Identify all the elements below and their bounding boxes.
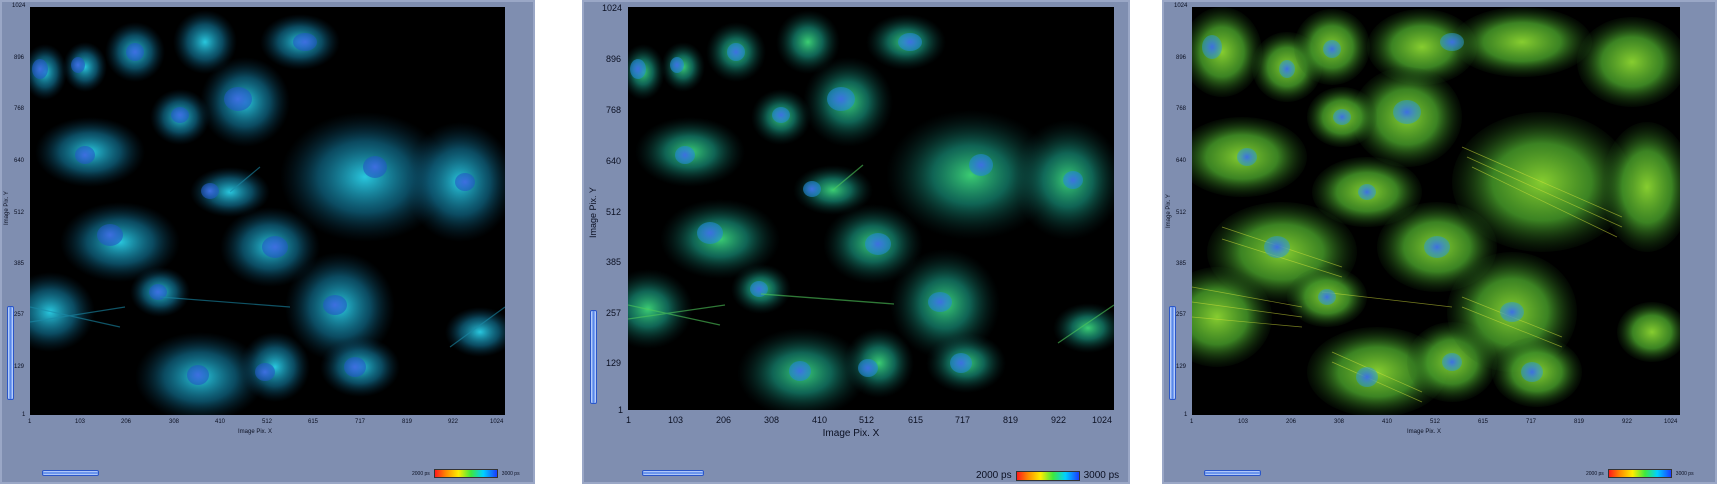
y-tick-label: 1 xyxy=(1184,412,1188,418)
y-tick-label: 129 xyxy=(606,358,622,368)
x-tick-label: 717 xyxy=(1526,419,1537,425)
x-tick-label: 819 xyxy=(1574,419,1585,425)
y-tick-label: 129 xyxy=(14,364,25,370)
x-tick-label: 922 xyxy=(1051,415,1067,425)
x-tick-label: 512 xyxy=(859,415,875,425)
colorbar-min-label: 2000 ps xyxy=(1586,470,1604,477)
vertical-zoom-slider[interactable] xyxy=(1169,306,1176,400)
y-tick-label: 1024 xyxy=(602,3,623,13)
image-panel-left: Image Pix. Y 1024 896 768 640 512 385 25… xyxy=(0,0,535,484)
y-tick-label: 385 xyxy=(14,261,25,267)
image-panel-right: Image Pix. Y 1024 896 768 640 512 385 25… xyxy=(1162,0,1717,484)
x-tick-label: 819 xyxy=(1003,415,1019,425)
x-tick-label: 410 xyxy=(1382,419,1393,425)
colorbar-max-label: 3000 ps xyxy=(501,470,520,477)
vertical-zoom-slider[interactable] xyxy=(7,306,14,400)
colorbar-min-label: 2000 ps xyxy=(412,470,430,477)
cell-image-middle xyxy=(628,7,1114,410)
y-tick-label: 1 xyxy=(22,412,26,418)
x-tick-label: 103 xyxy=(668,415,684,425)
y-axis-label: Image Pix. Y xyxy=(1166,194,1172,228)
colorbar-max-label: 3000 ps xyxy=(1675,470,1694,477)
lifetime-colorbar: 2000 ps 3000 ps xyxy=(1586,469,1694,478)
cell-image-right xyxy=(1192,7,1680,415)
y-tick-label: 896 xyxy=(606,54,622,64)
colorbar-gradient xyxy=(1015,470,1080,481)
x-tick-label: 922 xyxy=(448,419,459,425)
y-tick-label: 640 xyxy=(1176,158,1187,164)
x-tick-label: 1 xyxy=(28,419,32,425)
x-axis-label: Image Pix. X xyxy=(237,429,273,435)
x-tick-label: 410 xyxy=(215,419,226,425)
x-tick-label: 308 xyxy=(169,419,180,425)
x-tick-label: 1024 xyxy=(1664,419,1678,425)
x-tick-label: 512 xyxy=(1430,419,1441,425)
vertical-zoom-slider[interactable] xyxy=(590,310,597,404)
y-tick-label: 129 xyxy=(1176,364,1187,370)
y-axis-label: Image Pix. Y xyxy=(588,187,598,238)
x-tick-label: 410 xyxy=(812,415,828,425)
x-tick-label: 717 xyxy=(955,415,971,425)
x-tick-label: 615 xyxy=(308,419,319,425)
y-tick-label: 512 xyxy=(1176,210,1187,216)
x-tick-label: 1024 xyxy=(1092,415,1113,425)
x-tick-label: 1024 xyxy=(490,419,504,425)
x-tick-label: 819 xyxy=(402,419,413,425)
x-tick-label: 103 xyxy=(75,419,86,425)
horizontal-zoom-slider[interactable] xyxy=(42,470,99,476)
x-axis-label: Image Pix. X xyxy=(822,428,880,439)
x-tick-label: 512 xyxy=(262,419,273,425)
x-tick-label: 308 xyxy=(764,415,780,425)
y-tick-label: 1024 xyxy=(1174,3,1188,9)
horizontal-zoom-slider[interactable] xyxy=(1204,470,1261,476)
x-tick-label: 615 xyxy=(1478,419,1489,425)
y-tick-label: 1 xyxy=(618,405,624,415)
y-tick-label: 257 xyxy=(1176,312,1187,318)
colorbar-gradient xyxy=(433,469,498,478)
y-axis-label: Image Pix. Y xyxy=(4,191,10,225)
y-tick-label: 768 xyxy=(606,105,622,115)
horizontal-zoom-slider[interactable] xyxy=(642,470,704,476)
y-tick-label: 385 xyxy=(1176,261,1187,267)
y-tick-label: 512 xyxy=(14,210,25,216)
y-tick-label: 896 xyxy=(14,55,25,61)
x-tick-label: 1 xyxy=(626,415,632,425)
flim-image-left[interactable] xyxy=(30,7,505,415)
colorbar-min-label: 2000 ps xyxy=(976,470,1012,481)
y-tick-label: 640 xyxy=(14,158,25,164)
lifetime-colorbar: 2000 ps 3000 ps xyxy=(976,470,1119,481)
x-tick-label: 717 xyxy=(355,419,366,425)
x-axis-label: Image Pix. X xyxy=(1406,429,1442,435)
lifetime-colorbar: 2000 ps 3000 ps xyxy=(412,469,520,478)
y-tick-label: 768 xyxy=(14,106,25,112)
y-tick-label: 640 xyxy=(606,156,622,166)
x-tick-label: 103 xyxy=(1238,419,1249,425)
x-tick-label: 615 xyxy=(908,415,924,425)
cell-image-left xyxy=(30,7,505,415)
colorbar-gradient xyxy=(1607,469,1672,478)
x-tick-label: 206 xyxy=(716,415,732,425)
image-panel-middle: Image Pix. Y 1024 896 768 640 512 385 25… xyxy=(582,0,1130,484)
y-tick-label: 257 xyxy=(14,312,25,318)
y-tick-label: 512 xyxy=(606,207,622,217)
y-tick-label: 896 xyxy=(1176,55,1187,61)
flim-image-middle[interactable] xyxy=(628,7,1114,410)
x-tick-label: 1 xyxy=(1190,419,1194,425)
x-tick-label: 922 xyxy=(1622,419,1633,425)
x-tick-label: 206 xyxy=(1286,419,1297,425)
y-tick-label: 1024 xyxy=(12,3,26,9)
y-tick-label: 385 xyxy=(606,257,622,267)
x-tick-label: 206 xyxy=(121,419,132,425)
x-tick-label: 308 xyxy=(1334,419,1345,425)
y-tick-label: 768 xyxy=(1176,106,1187,112)
colorbar-max-label: 3000 ps xyxy=(1083,470,1120,481)
flim-image-right[interactable] xyxy=(1192,7,1680,415)
y-tick-label: 257 xyxy=(606,308,622,318)
